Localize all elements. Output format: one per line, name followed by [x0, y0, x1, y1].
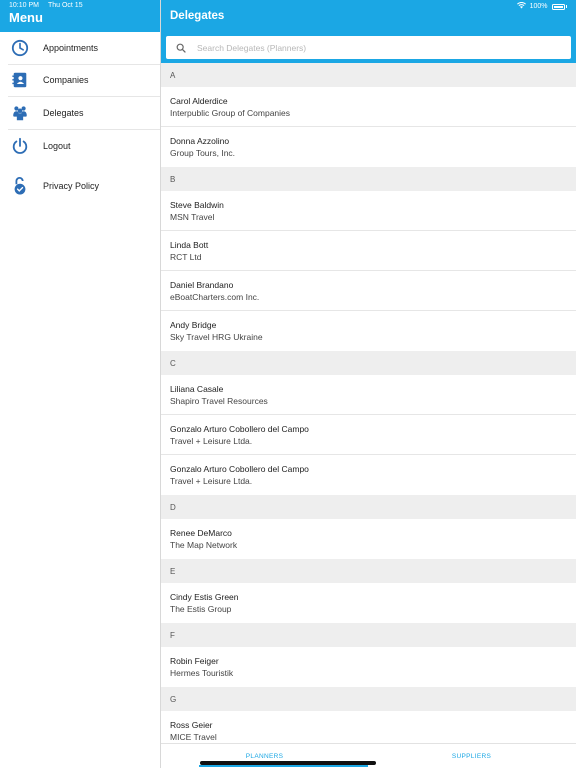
search-icon [176, 42, 188, 54]
list-item[interactable]: Gonzalo Arturo Cobollero del Campo Trave… [161, 455, 576, 495]
delegate-company: Sky Travel HRG Ukraine [170, 332, 263, 342]
power-icon [9, 135, 31, 157]
delegate-name: Carol Alderdice [170, 95, 228, 106]
sidebar-item-label: Privacy Policy [43, 181, 100, 192]
list-item[interactable]: Gonzalo Arturo Cobollero del Campo Trave… [161, 415, 576, 455]
delegate-company: MSN Travel [170, 211, 215, 222]
address-book-icon [9, 69, 31, 91]
sidebar-item-privacy-policy[interactable]: Privacy Policy [8, 170, 160, 203]
delegate-name: Gonzalo Arturo Cobollero del Campo [170, 464, 309, 474]
list-item[interactable]: Liliana Casale Shapiro Travel Resources [161, 375, 576, 415]
wifi-icon [516, 1, 526, 11]
sidebar-item-label: Companies [43, 75, 89, 86]
delegate-company: eBoatCharters.com Inc. [170, 291, 260, 302]
sidebar-item-label: Delegates [43, 107, 84, 118]
delegate-name: Steve Baldwin [170, 199, 224, 210]
section-header-a: A [161, 63, 576, 87]
tab-suppliers[interactable]: SUPPLIERS [368, 744, 575, 768]
delegate-list[interactable]: A Carol Alderdice Interpublic Group of C… [161, 63, 576, 743]
delegate-name: Gonzalo Arturo Cobollero del Campo [170, 423, 309, 434]
delegate-name: Donna Azzolino [170, 136, 230, 146]
section-header-b: B [161, 167, 576, 191]
delegate-name: Renee DeMarco [170, 528, 232, 538]
sidebar-title: Menu [9, 10, 43, 25]
section-header-c: C [161, 351, 576, 375]
people-icon [9, 102, 31, 124]
list-item[interactable]: Ross Geier MICE Travel [161, 711, 576, 743]
section-header-d: D [161, 495, 576, 519]
delegate-name: Ross Geier [170, 720, 213, 730]
list-item[interactable]: Andy Bridge Sky Travel HRG Ukraine [161, 311, 576, 351]
sidebar-item-label: Logout [43, 140, 71, 151]
list-item[interactable]: Linda Bott RCT Ltd [161, 231, 576, 271]
section-header-g: G [161, 687, 576, 711]
delegate-name: Liliana Casale [170, 383, 224, 394]
delegate-company: Group Tours, Inc. [170, 148, 236, 158]
search-input[interactable] [197, 42, 557, 53]
sidebar-item-logout[interactable]: Logout [8, 130, 160, 163]
list-item[interactable]: Robin Feiger Hermes Touristik [161, 647, 576, 687]
delegate-company: Travel + Leisure Ltda. [170, 435, 253, 446]
list-item[interactable]: Daniel Brandano eBoatCharters.com Inc. [161, 271, 576, 311]
delegate-company: The Map Network [170, 540, 238, 550]
delegate-name: Daniel Brandano [170, 279, 234, 290]
status-bar: 10:10 PM Thu Oct 15 100% [0, 0, 576, 12]
delegate-name: Robin Feiger [170, 656, 219, 666]
status-time: 10:10 PM [9, 2, 39, 9]
list-item[interactable]: Donna Azzolino Group Tours, Inc. [161, 127, 576, 167]
delegate-company: Interpublic Group of Companies [170, 107, 291, 118]
sidebar-item-delegates[interactable]: Delegates [8, 97, 160, 130]
delegate-name: Andy Bridge [170, 320, 217, 330]
delegate-company: Travel + Leisure Ltda. [170, 476, 253, 486]
delegate-name: Cindy Estis Green [170, 592, 239, 602]
delegate-company: MICE Travel [170, 732, 217, 742]
delegate-company: Hermes Touristik [170, 668, 234, 678]
sidebar-menu: Menu Appointments Companies Delegates Lo… [0, 0, 161, 768]
battery-icon [551, 3, 565, 10]
sidebar-item-label: Appointments [43, 42, 99, 53]
clock-icon [9, 37, 31, 59]
status-date: Thu Oct 15 [47, 2, 83, 9]
list-item[interactable]: Steve Baldwin MSN Travel [161, 191, 576, 231]
delegate-name: Linda Bott [170, 239, 209, 250]
list-item[interactable]: Renee DeMarco The Map Network [161, 519, 576, 559]
section-header-f: F [161, 623, 576, 647]
sidebar-item-companies[interactable]: Companies [8, 65, 160, 97]
unlocked-shield-icon [9, 175, 31, 197]
delegate-company: Shapiro Travel Resources [170, 395, 268, 406]
delegate-company: RCT Ltd [170, 251, 202, 262]
delegates-panel: Delegates A Carol Alderdice Interpublic … [161, 0, 576, 768]
list-item[interactable]: Carol Alderdice Interpublic Group of Com… [161, 87, 576, 127]
sidebar-item-appointments[interactable]: Appointments [8, 32, 160, 65]
section-header-e: E [161, 559, 576, 583]
delegate-company: The Estis Group [170, 604, 232, 614]
search-bar[interactable] [166, 36, 571, 59]
home-indicator [200, 761, 376, 765]
battery-percent: 100% [529, 3, 548, 10]
list-item[interactable]: Cindy Estis Green The Estis Group [161, 583, 576, 623]
